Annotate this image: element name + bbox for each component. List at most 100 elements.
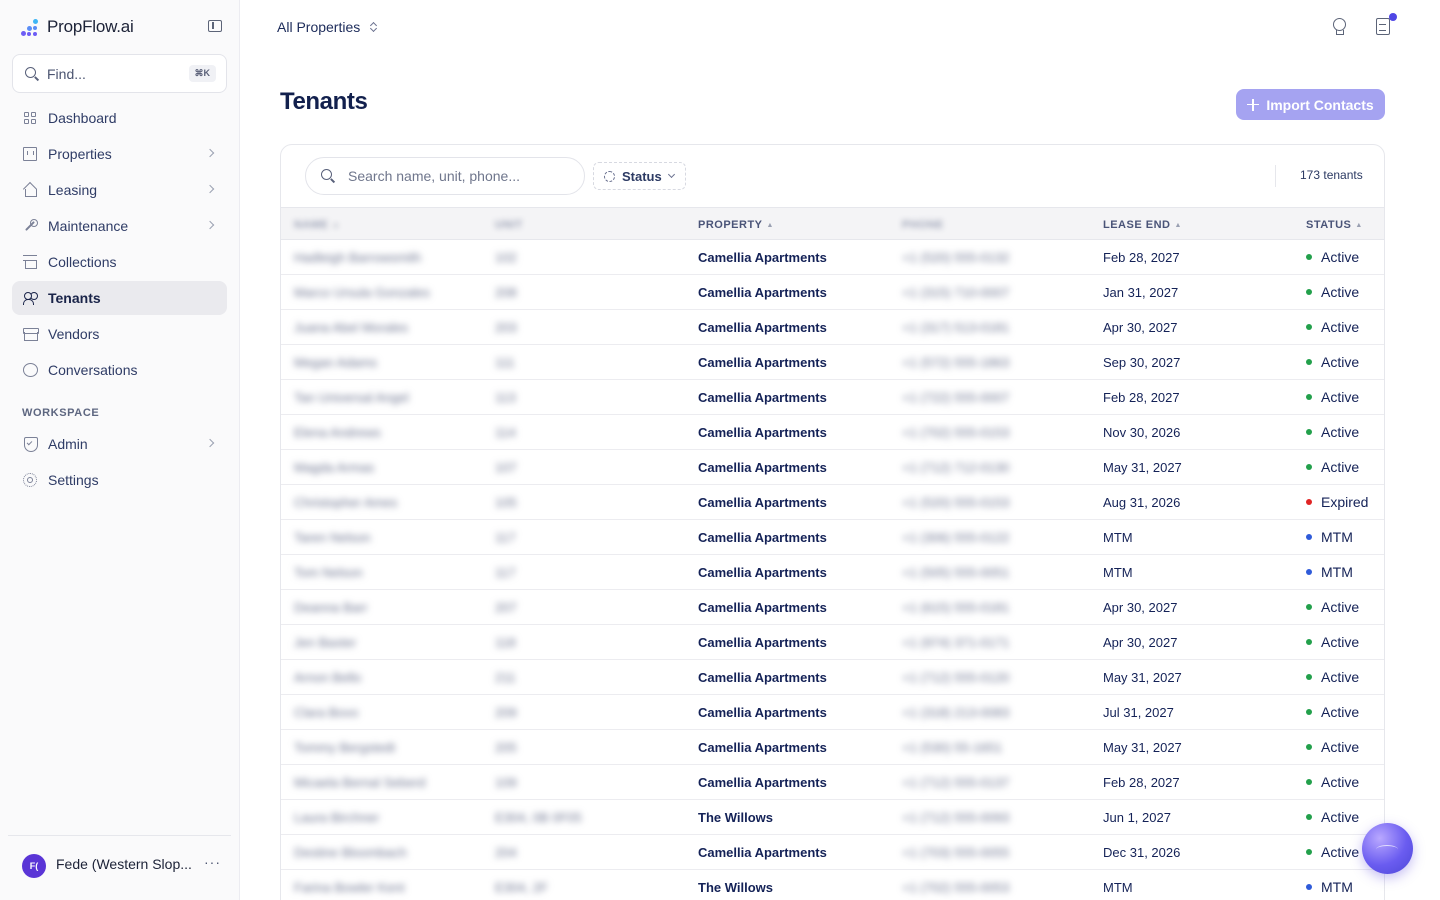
search-input[interactable] bbox=[348, 168, 568, 184]
status-label: Active bbox=[1321, 599, 1360, 615]
chevron-right-icon bbox=[205, 148, 215, 158]
tenant-property: Camellia Apartments bbox=[698, 530, 827, 545]
status-dot bbox=[1306, 569, 1312, 575]
table-row[interactable]: Clara Bovo 209 Camellia Apartments +1 (318)… bbox=[281, 695, 1384, 730]
sidebar-item-label: Admin bbox=[48, 436, 88, 452]
tenant-lease-end: Dec 31, 2026 bbox=[1103, 845, 1181, 860]
table-row[interactable]: Arnon Bello 211 Camellia Apartments +1 (712… bbox=[281, 660, 1384, 695]
column-header-lease-end[interactable]: LEASE END ▲ bbox=[1103, 219, 1182, 231]
tenant-lease-end: May 31, 2027 bbox=[1103, 740, 1182, 755]
status-badge: Active bbox=[1306, 354, 1359, 370]
tenant-phone: +1 (615) 555-0181 bbox=[902, 600, 1010, 615]
dashboard-icon bbox=[23, 111, 37, 125]
status-dot bbox=[1306, 289, 1312, 295]
status-filter-button[interactable]: Status bbox=[593, 162, 686, 190]
column-header-name[interactable]: NAME ▲ bbox=[294, 219, 340, 231]
sidebar-item-label: Tenants bbox=[48, 290, 101, 306]
sidebar-item-vendors[interactable]: Vendors bbox=[12, 317, 227, 351]
chevron-up-down-icon bbox=[370, 22, 378, 32]
table-row[interactable]: Farina Bowler Kent E304, 2F The Willows +1 … bbox=[281, 870, 1384, 900]
sidebar-item-admin[interactable]: Admin bbox=[12, 427, 227, 461]
tenant-phone: +1 (703) 555-0055 bbox=[902, 845, 1010, 860]
table-row[interactable]: Jen Baxter 118 Camellia Apartments +1 (974)… bbox=[281, 625, 1384, 660]
status-badge: Active bbox=[1306, 704, 1359, 720]
table-row[interactable]: Juana Abel Morales 203 Camellia Apartments… bbox=[281, 310, 1384, 345]
sidebar-item-settings[interactable]: Settings bbox=[12, 463, 227, 497]
table-row[interactable]: Laura Birchner E304, 0B 0F05 The Willows +1… bbox=[281, 800, 1384, 835]
more-icon[interactable]: ··· bbox=[204, 854, 221, 870]
status-dot bbox=[1306, 499, 1312, 505]
tenant-unit: E304, 0B 0F05 bbox=[495, 810, 582, 825]
table-row[interactable]: Elena Andrews 114 Camellia Apartments +1 (7… bbox=[281, 415, 1384, 450]
table-row[interactable]: Christopher Ames 105 Camellia Apartments +1… bbox=[281, 485, 1384, 520]
house-icon bbox=[23, 183, 37, 197]
column-header-unit[interactable]: UNIT bbox=[495, 219, 523, 231]
table-row[interactable]: Magda Armas 107 Camellia Apartments +1 (712… bbox=[281, 450, 1384, 485]
building-icon bbox=[23, 147, 37, 161]
table-row[interactable]: Megan Adams 111 Camellia Apartments +1 (572… bbox=[281, 345, 1384, 380]
status-dot bbox=[1306, 814, 1312, 820]
tenant-name: Hadleigh Barrowsmith bbox=[294, 250, 422, 265]
sidebar-item-tenants[interactable]: Tenants bbox=[12, 281, 227, 315]
status-dot bbox=[1306, 709, 1312, 715]
tenant-unit: 205 bbox=[495, 740, 517, 755]
table-row[interactable]: Hadleigh Barrowsmith 102 Camellia Apartmen… bbox=[281, 240, 1384, 275]
tenant-lease-end: Jun 1, 2027 bbox=[1103, 810, 1171, 825]
sidebar-item-collections[interactable]: Collections bbox=[12, 245, 227, 279]
status-badge: Expired bbox=[1306, 494, 1368, 510]
table-row[interactable]: Tan Universal Angel 113 Camellia Apartment… bbox=[281, 380, 1384, 415]
sidebar-item-properties[interactable]: Properties bbox=[12, 137, 227, 171]
user-menu[interactable]: F( Fede (Western Slop... ··· bbox=[8, 835, 231, 900]
sidebar-item-leasing[interactable]: Leasing bbox=[12, 173, 227, 207]
lightbulb-icon[interactable] bbox=[1332, 18, 1346, 36]
tenants-table-card: Status 173 tenants NAME▲ UNIT PROPERTY▲ … bbox=[280, 144, 1385, 900]
table-row[interactable]: Marco Ursula Gonzales 208 Camellia Apartme… bbox=[281, 275, 1384, 310]
tenant-phone: +1 (572) 555-1863 bbox=[902, 355, 1010, 370]
sidebar-item-conversations[interactable]: Conversations bbox=[12, 353, 227, 387]
tenant-unit: 203 bbox=[495, 320, 517, 335]
table-row[interactable]: Deanna Barr 207 Camellia Apartments +1 (615… bbox=[281, 590, 1384, 625]
column-header-phone[interactable]: PHONE bbox=[902, 219, 944, 231]
column-header-status[interactable]: STATUS ▲ bbox=[1306, 219, 1363, 231]
table-row[interactable]: Taren Nelson 117 Camellia Apartments +1 (30… bbox=[281, 520, 1384, 555]
property-switcher[interactable]: All Properties bbox=[277, 19, 378, 35]
status-label: Expired bbox=[1321, 494, 1369, 510]
sidebar-collapse-icon[interactable] bbox=[208, 20, 222, 32]
sidebar-item-maintenance[interactable]: Maintenance bbox=[12, 209, 227, 243]
find-shortcut: ⌘K bbox=[188, 65, 216, 82]
status-badge: MTM bbox=[1306, 564, 1353, 580]
tenant-lease-end: MTM bbox=[1103, 530, 1133, 545]
tenant-property: Camellia Apartments bbox=[698, 600, 827, 615]
column-header-property[interactable]: PROPERTY ▲ bbox=[698, 219, 774, 231]
table-row[interactable]: Tom Nelson 117 Camellia Apartments +1 (505)… bbox=[281, 555, 1384, 590]
tenant-property: The Willows bbox=[698, 880, 773, 895]
status-filter-label: Status bbox=[622, 168, 662, 184]
search-icon bbox=[321, 169, 335, 183]
status-label: Active bbox=[1321, 669, 1360, 685]
find-input[interactable]: Find... ⌘K bbox=[12, 54, 227, 93]
status-badge: Active bbox=[1306, 844, 1359, 860]
page-title: Tenants bbox=[280, 88, 368, 115]
status-dot bbox=[1306, 849, 1312, 855]
table-row[interactable]: Tommy Bergstedt 205 Camellia Apartments +1 … bbox=[281, 730, 1384, 765]
plus-icon bbox=[1247, 98, 1260, 111]
sidebar-item-dashboard[interactable]: Dashboard bbox=[12, 101, 227, 135]
tenant-property: Camellia Apartments bbox=[698, 635, 827, 650]
assistant-orb-button[interactable] bbox=[1362, 823, 1413, 874]
table-row[interactable]: Destine Bloombach 204 Camellia Apartments +… bbox=[281, 835, 1384, 870]
import-contacts-button[interactable]: Import Contacts bbox=[1236, 89, 1385, 120]
status-badge: Active bbox=[1306, 774, 1359, 790]
tenant-phone: +1 (712) 555-0093 bbox=[902, 810, 1010, 825]
tenant-lease-end: Nov 30, 2026 bbox=[1103, 425, 1181, 440]
status-dot bbox=[1306, 744, 1312, 750]
tenant-name: Arnon Bello bbox=[294, 670, 362, 685]
notes-icon[interactable] bbox=[1376, 18, 1390, 35]
brand[interactable]: PropFlow.ai bbox=[21, 16, 134, 38]
sort-icon: ▲ bbox=[766, 221, 774, 229]
status-dot bbox=[1306, 359, 1312, 365]
search-field[interactable] bbox=[305, 157, 585, 195]
status-label: Active bbox=[1321, 319, 1360, 335]
tenant-lease-end: Jan 31, 2027 bbox=[1103, 285, 1179, 300]
tenant-lease-end: Aug 31, 2026 bbox=[1103, 495, 1181, 510]
table-row[interactable]: Micaela Bernal Seberd 109 Camellia Apartme… bbox=[281, 765, 1384, 800]
